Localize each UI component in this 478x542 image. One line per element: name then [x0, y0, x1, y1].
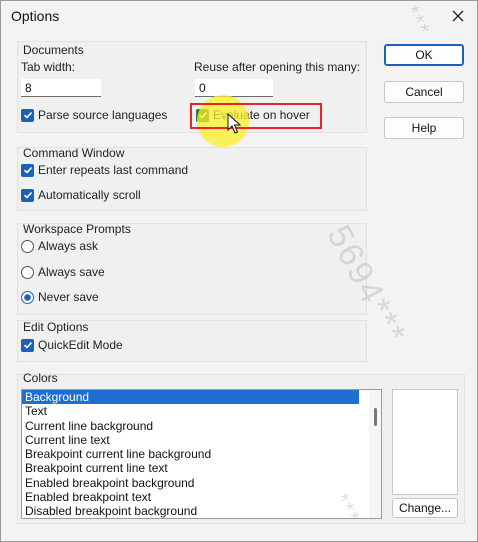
- auto-scroll-label: Automatically scroll: [38, 188, 141, 202]
- tab-width-label: Tab width:: [21, 60, 76, 74]
- quickedit-checkbox[interactable]: QuickEdit Mode: [21, 338, 123, 352]
- checkbox-checked: [21, 338, 34, 352]
- reuse-label: Reuse after opening this many:: [194, 60, 361, 74]
- close-icon: [452, 10, 464, 22]
- help-button[interactable]: Help: [384, 117, 464, 139]
- list-item[interactable]: Breakpoint current line text: [22, 461, 381, 475]
- color-preview: [392, 389, 458, 495]
- enter-repeats-label: Enter repeats last command: [38, 163, 189, 177]
- never-save-label: Never save: [38, 290, 99, 304]
- list-item[interactable]: Background: [22, 390, 359, 405]
- command-window-group-label: Command Window: [23, 146, 125, 160]
- parse-source-label: Parse source languages: [38, 108, 168, 122]
- vertical-scrollbar[interactable]: [369, 390, 381, 518]
- edit-options-group-label: Edit Options: [23, 320, 89, 334]
- checkmark-icon: [198, 111, 207, 119]
- ok-button[interactable]: OK: [384, 44, 464, 66]
- options-dialog: Options Documents Tab width: Reuse after…: [0, 0, 478, 542]
- enter-repeats-checkbox[interactable]: Enter repeats last command: [21, 163, 188, 177]
- radio-never-save[interactable]: Never save: [21, 290, 99, 304]
- list-item[interactable]: Disabled breakpoint background: [22, 504, 381, 518]
- evaluate-hover-label: Evaluate on hover: [213, 108, 310, 122]
- radio-always-ask[interactable]: Always ask: [21, 239, 98, 253]
- always-save-label: Always save: [38, 265, 105, 279]
- checkmark-icon: [23, 111, 32, 119]
- checkbox-checked: [196, 108, 209, 122]
- radio-unselected: [21, 239, 34, 253]
- list-item[interactable]: Enabled breakpoint background: [22, 476, 381, 490]
- list-item[interactable]: Breakpoint current line background: [22, 447, 381, 461]
- cancel-button[interactable]: Cancel: [384, 81, 464, 103]
- tab-width-input[interactable]: [21, 79, 101, 97]
- colors-listbox[interactable]: Background Text Current line background …: [21, 389, 382, 519]
- window-title: Options: [11, 8, 60, 24]
- change-color-button[interactable]: Change...: [392, 498, 458, 518]
- list-item[interactable]: Enabled breakpoint text: [22, 490, 381, 504]
- quickedit-label: QuickEdit Mode: [38, 338, 123, 352]
- title-bar[interactable]: Options: [1, 1, 477, 31]
- reuse-input[interactable]: [195, 79, 273, 97]
- colors-group-label: Colors: [23, 371, 58, 385]
- list-item[interactable]: Current line text: [22, 433, 381, 447]
- checkmark-icon: [23, 341, 32, 349]
- radio-selected: [21, 290, 34, 304]
- radio-unselected: [21, 265, 34, 279]
- close-button[interactable]: [447, 5, 469, 27]
- scrollbar-thumb[interactable]: [374, 408, 377, 426]
- checkbox-checked: [21, 188, 34, 202]
- radio-always-save[interactable]: Always save: [21, 265, 105, 279]
- documents-group-label: Documents: [23, 43, 84, 57]
- workspace-prompts-group-label: Workspace Prompts: [23, 222, 131, 236]
- checkbox-checked: [21, 108, 34, 122]
- list-item[interactable]: Text: [22, 404, 381, 418]
- parse-source-checkbox[interactable]: Parse source languages: [21, 108, 167, 122]
- list-item[interactable]: Current line background: [22, 419, 381, 433]
- checkbox-checked: [21, 163, 34, 177]
- evaluate-hover-checkbox[interactable]: Evaluate on hover: [196, 108, 310, 122]
- always-ask-label: Always ask: [38, 239, 99, 253]
- checkmark-icon: [23, 191, 32, 199]
- checkmark-icon: [23, 166, 32, 174]
- auto-scroll-checkbox[interactable]: Automatically scroll: [21, 188, 141, 202]
